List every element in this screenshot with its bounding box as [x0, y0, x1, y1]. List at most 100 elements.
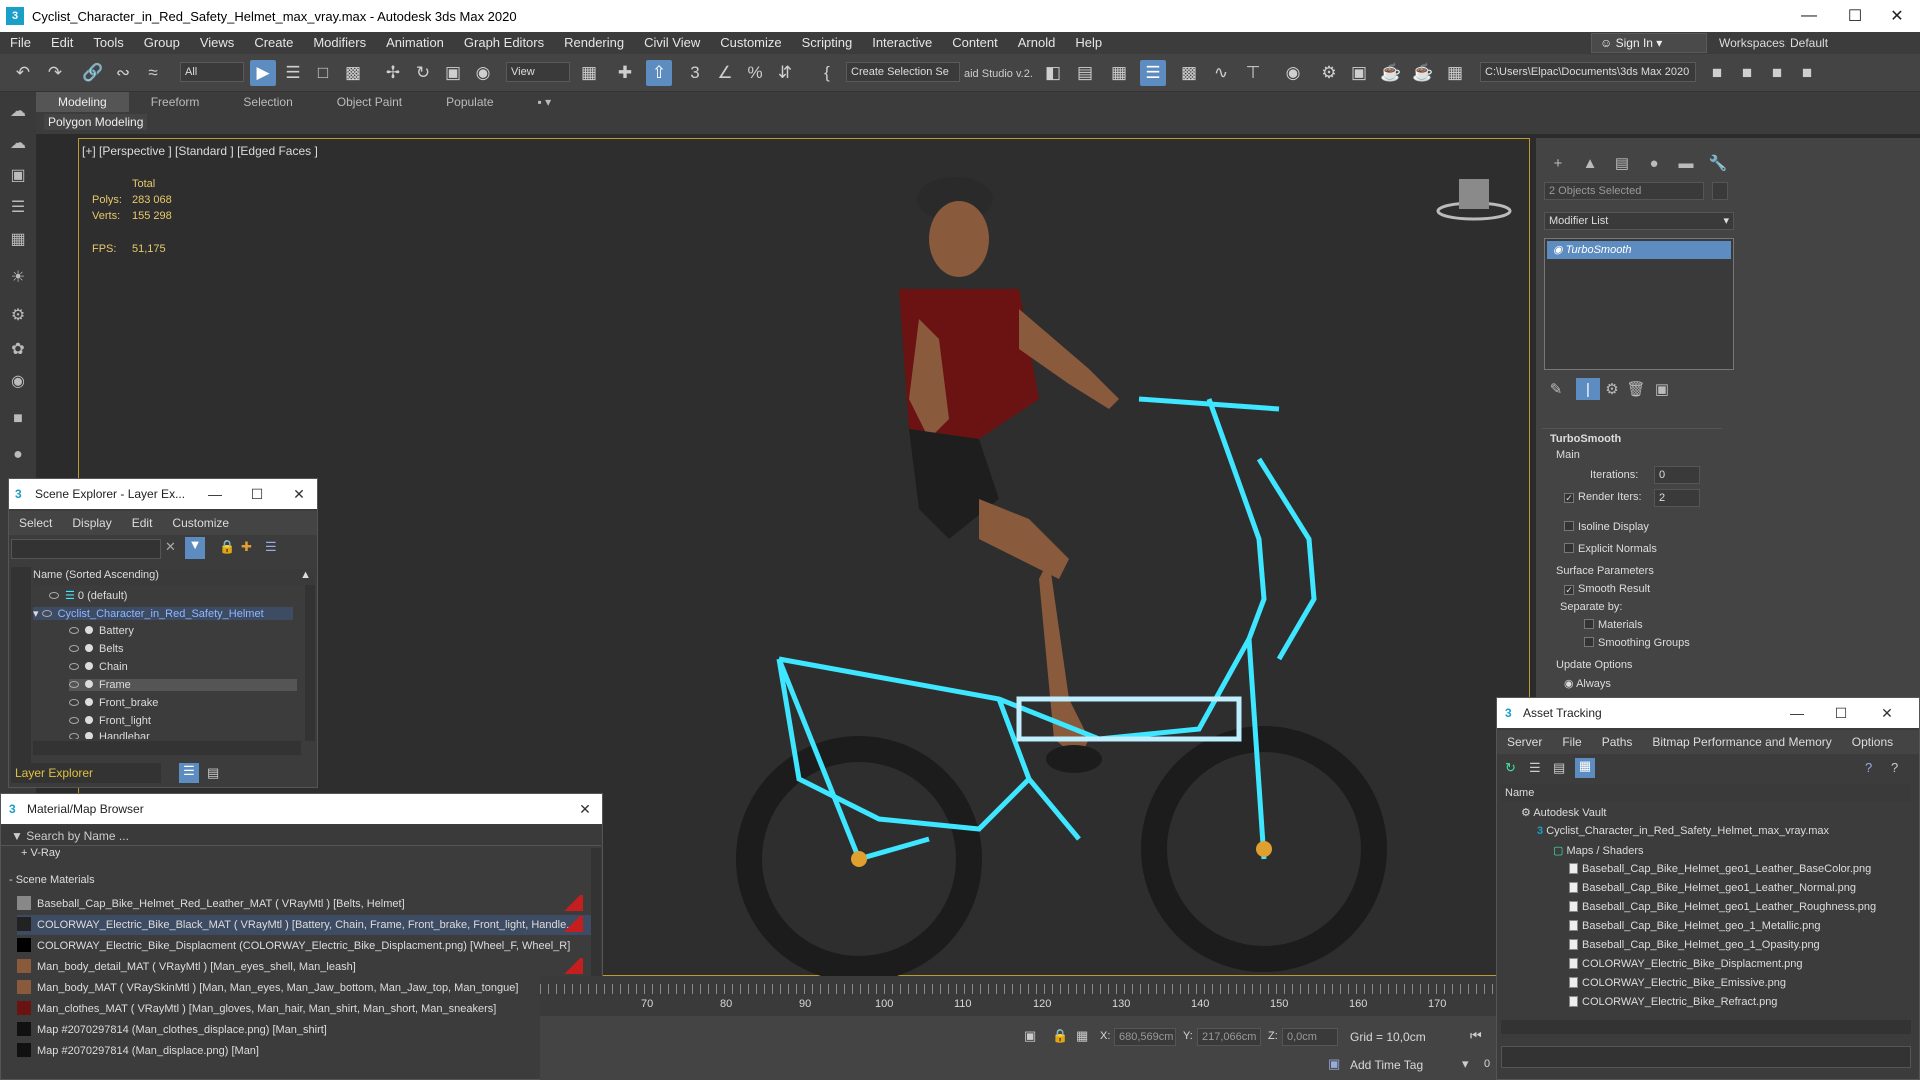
asset-tracking-titlebar[interactable]: 3 Asset Tracking — ☐ ✕ — [1497, 698, 1919, 728]
tree-row[interactable]: ☰ 0 (default) — [49, 589, 127, 602]
grid-view-icon[interactable]: ▦ — [1575, 758, 1595, 778]
menu-file[interactable]: File — [1552, 735, 1591, 749]
move-icon[interactable]: ✢ — [380, 60, 406, 86]
render-setup-icon[interactable]: ⚙ — [1316, 60, 1342, 86]
link-icon[interactable]: 🔗 — [80, 60, 106, 86]
placement-icon[interactable]: ◉ — [470, 60, 496, 86]
percent-snap-icon[interactable]: % — [742, 60, 768, 86]
tab-freeform[interactable]: Freeform — [129, 92, 222, 112]
rect-selection-icon[interactable]: □ — [310, 60, 336, 86]
sphere-icon[interactable]: ● — [5, 442, 31, 468]
menu-customize[interactable]: Customize — [162, 516, 239, 530]
asset-row[interactable]: ▢ Maps / Shaders — [1553, 844, 1644, 857]
pin-stack-icon[interactable]: ✎ — [1544, 378, 1568, 400]
angle-snap-icon[interactable]: ∠ — [712, 60, 738, 86]
tree-row[interactable]: ▾ Cyclist_Character_in_Red_Safety_Helmet — [33, 607, 293, 620]
layer-explorer-icon[interactable]: ▦ — [1106, 60, 1132, 86]
explorer-type-dropdown[interactable]: Layer Explorer — [11, 763, 161, 783]
asset-row[interactable]: Baseball_Cap_Bike_Helmet_geo_1_Opasity.p… — [1569, 939, 1820, 951]
undo-icon[interactable]: ↶ — [10, 60, 36, 86]
tree-row[interactable]: Front_light — [69, 715, 151, 727]
menu-help[interactable]: Help — [1065, 32, 1112, 54]
ref-coord-dropdown[interactable]: View — [506, 62, 570, 82]
render-iterative-icon[interactable]: ☕ — [1410, 60, 1436, 86]
menu-animation[interactable]: Animation — [376, 32, 454, 54]
project-folder-icon[interactable]: ■ — [1704, 60, 1730, 86]
viewport-nav-icon[interactable]: ☁ — [5, 98, 31, 124]
helper-icon[interactable]: ⚙ — [5, 302, 31, 328]
menu-edit[interactable]: Edit — [122, 516, 163, 530]
y-coordinate-field[interactable]: 217,066cm — [1197, 1028, 1261, 1046]
menu-display[interactable]: Display — [62, 516, 121, 530]
smooth-result-checkbox[interactable]: ✓ Smooth Result — [1564, 583, 1650, 595]
go-to-start-icon[interactable]: ⏮ — [1470, 1028, 1482, 1044]
menu-interactive[interactable]: Interactive — [862, 32, 942, 54]
project-path-dropdown[interactable]: C:\Users\Elpac\Documents\3ds Max 2020 — [1480, 62, 1696, 82]
asset-row[interactable]: Baseball_Cap_Bike_Helmet_geo_1_Metallic.… — [1569, 920, 1821, 932]
orbit-icon[interactable]: ☁ — [5, 130, 31, 156]
isoline-display-checkbox[interactable]: Isoline Display — [1564, 521, 1649, 533]
absolute-mode-icon[interactable]: ▦ — [1076, 1028, 1088, 1044]
workspace-dropdown[interactable]: Default — [1786, 33, 1916, 53]
menu-edit[interactable]: Edit — [41, 32, 83, 54]
keyboard-shortcut-icon[interactable]: ⇧ — [646, 60, 672, 86]
menu-bitmap-performance[interactable]: Bitmap Performance and Memory — [1642, 735, 1841, 749]
hierarchy-tab-icon[interactable]: ▤ — [1610, 152, 1634, 174]
menu-options[interactable]: Options — [1842, 735, 1903, 749]
bind-spacewarp-icon[interactable]: ≈ — [140, 60, 166, 86]
menu-tools[interactable]: Tools — [83, 32, 133, 54]
system-icon[interactable]: ◉ — [5, 368, 31, 394]
column-header[interactable]: Name — [1501, 784, 1911, 802]
save-folder-icon[interactable]: ■ — [1794, 60, 1820, 86]
scene-materials-group[interactable]: - Scene Materials — [9, 874, 95, 886]
lock-selection-icon[interactable]: 🔒 — [1052, 1028, 1068, 1044]
modify-tab-icon[interactable]: ▲ — [1578, 152, 1602, 174]
material-item[interactable]: Man_body_MAT ( VRaySkinMtl ) [Man, Man_e… — [17, 978, 591, 998]
table-view-icon[interactable]: ▤ — [1553, 760, 1565, 776]
object-color-swatch[interactable] — [1712, 182, 1728, 200]
asset-path-field[interactable] — [1501, 1046, 1911, 1068]
align-icon[interactable]: ▤ — [1072, 60, 1098, 86]
close-icon[interactable]: ✕ — [1874, 0, 1920, 32]
minimize-icon[interactable]: — — [1786, 0, 1832, 32]
scale-icon[interactable]: ▣ — [440, 60, 466, 86]
maximize-icon[interactable]: ☐ — [1832, 0, 1878, 32]
material-item[interactable]: Baseball_Cap_Bike_Helmet_Red_Leather_MAT… — [17, 894, 591, 914]
tab-modeling[interactable]: Modeling — [36, 92, 129, 112]
column-header[interactable]: Name (Sorted Ascending) ▲ — [33, 569, 315, 585]
close-icon[interactable]: ✕ — [281, 479, 317, 509]
refresh-icon[interactable]: ↻ — [1505, 760, 1516, 776]
z-coordinate-field[interactable]: 0,0cm — [1282, 1028, 1338, 1046]
asset-row[interactable]: Baseball_Cap_Bike_Helmet_geo1_Leather_Ba… — [1569, 863, 1871, 875]
selection-info-field[interactable]: 2 Objects Selected — [1544, 182, 1704, 200]
rotate-icon[interactable]: ↻ — [410, 60, 436, 86]
display-tab-icon[interactable]: ▬ — [1674, 152, 1698, 174]
maximize-icon[interactable]: ☐ — [1823, 698, 1859, 728]
redo-icon[interactable]: ↷ — [42, 60, 68, 86]
render-activeshade-icon[interactable]: ▦ — [1442, 60, 1468, 86]
timeline[interactable]: 70 80 90 100 110 120 130 140 150 160 170 — [540, 976, 1510, 1016]
filter-icon[interactable]: ▼ — [185, 537, 205, 559]
select-manipulate-icon[interactable]: ✚ — [612, 60, 638, 86]
search-input[interactable]: ▼ Search by Name ... — [1, 826, 601, 846]
tree-row[interactable]: Frame — [69, 679, 297, 691]
lock-icon[interactable]: 🔒 — [219, 539, 235, 555]
menu-content[interactable]: Content — [942, 32, 1008, 54]
asset-row[interactable]: COLORWAY_Electric_Bike_Refract.png — [1569, 996, 1777, 1008]
minimize-icon[interactable]: — — [1779, 698, 1815, 728]
grid-icon[interactable]: ▦ — [5, 226, 31, 252]
smoothing-groups-checkbox[interactable]: Smoothing Groups — [1584, 637, 1690, 649]
schematic-view-icon[interactable]: ⊤ — [1240, 60, 1266, 86]
asset-row[interactable]: COLORWAY_Electric_Bike_Emissive.png — [1569, 977, 1786, 989]
asset-row[interactable]: COLORWAY_Electric_Bike_Displacment.png — [1569, 958, 1803, 970]
window-crossing-icon[interactable]: ▩ — [340, 60, 366, 86]
light-icon[interactable]: ☀ — [5, 264, 31, 290]
material-editor-icon[interactable]: ◉ — [1280, 60, 1306, 86]
menu-civil-view[interactable]: Civil View — [634, 32, 710, 54]
material-item[interactable]: COLORWAY_Electric_Bike_Black_MAT ( VRayM… — [17, 915, 591, 935]
key-mode-icon[interactable]: ▾ — [1462, 1056, 1469, 1072]
configure-sets-icon[interactable]: ▣ — [1650, 378, 1674, 400]
scene-explorer-titlebar[interactable]: 3 Scene Explorer - Layer Ex... — ☐ ✕ — [9, 479, 317, 509]
material-browser-titlebar[interactable]: 3 Material/Map Browser ✕ — [1, 794, 602, 824]
asset-row[interactable]: Baseball_Cap_Bike_Helmet_geo1_Leather_Ro… — [1569, 901, 1876, 913]
